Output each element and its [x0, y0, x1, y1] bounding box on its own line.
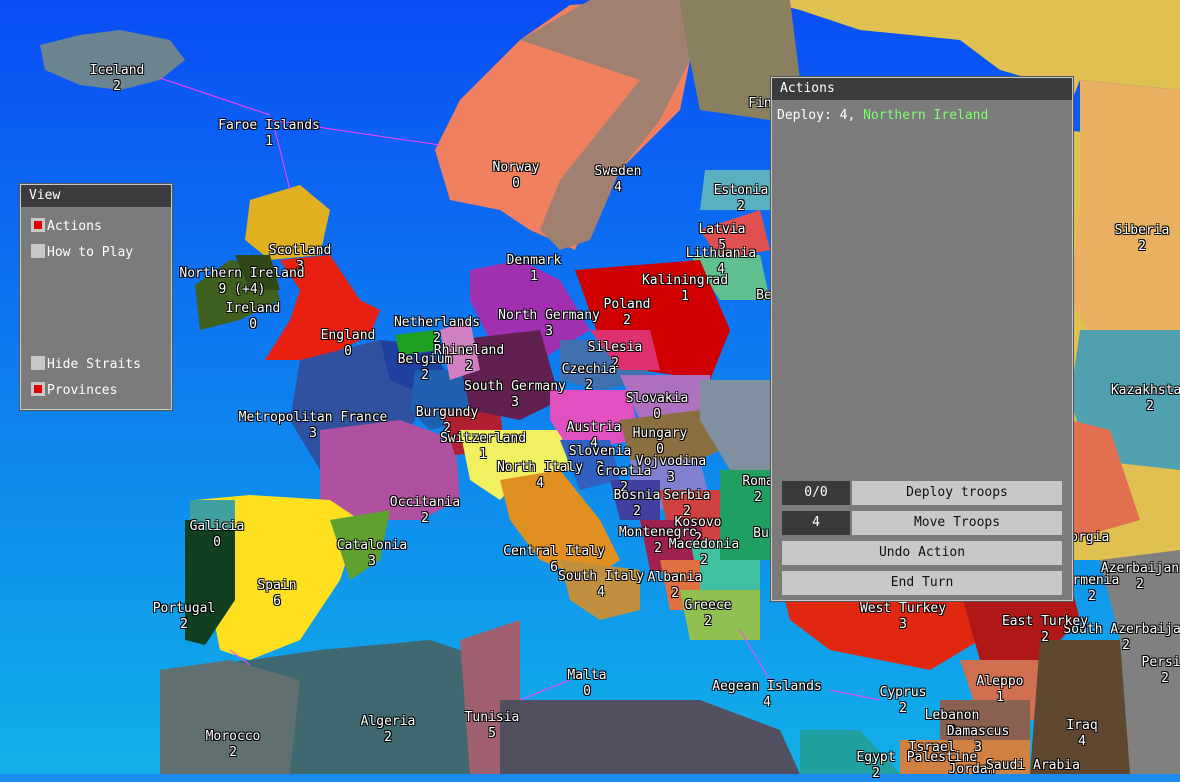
actions-window: Actions Deploy: 4, Northern Ireland 0/0 …: [771, 77, 1073, 601]
province-label[interactable]: Aegean Islands 4: [712, 679, 822, 711]
province-label[interactable]: Saudi Arabia: [986, 758, 1080, 774]
province-label[interactable]: Kaliningrad 1: [642, 273, 728, 305]
end-turn-button[interactable]: End Turn: [782, 571, 1062, 595]
deploy-count: 0/0: [782, 481, 850, 505]
undo-row: Undo Action: [782, 541, 1062, 565]
province-label[interactable]: Roma 2: [742, 474, 773, 506]
province-label[interactable]: Metropolitan France 3: [239, 410, 388, 442]
province-label[interactable]: Malta 0: [567, 668, 606, 700]
province-label[interactable]: Slovakia 0: [626, 391, 689, 423]
view-option-hide-straits[interactable]: Hide Straits: [31, 356, 141, 374]
province-label[interactable]: Estonia 2: [714, 183, 769, 215]
province-label[interactable]: Tunisia 5: [465, 710, 520, 742]
end-turn-row: End Turn: [782, 571, 1062, 595]
province-label[interactable]: Faroe Islands 1: [218, 118, 320, 150]
siberia-province: [1070, 80, 1180, 350]
province-label[interactable]: Cyprus 2: [880, 685, 927, 717]
province-label[interactable]: Iceland 2: [90, 63, 145, 95]
deploy-troops-button[interactable]: Deploy troops: [852, 481, 1062, 505]
checkbox-icon[interactable]: [31, 356, 45, 370]
province-label[interactable]: Be: [756, 288, 772, 304]
action-log-entry: Deploy: 4, Northern Ireland: [777, 108, 989, 123]
province-label[interactable]: Macedonia 2: [669, 537, 739, 569]
province-label[interactable]: North Germany 3: [498, 308, 600, 340]
province-label[interactable]: Egypt 2: [856, 750, 895, 782]
move-row: 4 Move Troops: [782, 511, 1062, 535]
view-window: View Actions How to Play Hide Straits Pr…: [20, 184, 172, 410]
province-label[interactable]: Denmark 1: [507, 253, 562, 285]
province-label[interactable]: Catalonia 3: [337, 538, 407, 570]
province-label[interactable]: Bu: [753, 526, 769, 542]
province-label[interactable]: Siberia 2: [1115, 223, 1170, 255]
province-label[interactable]: Occitania 2: [390, 495, 460, 527]
view-option-how-to-play[interactable]: How to Play: [31, 244, 133, 262]
province-label[interactable]: Kazakhstan2: [1111, 383, 1180, 415]
province-label[interactable]: Norway 0: [493, 160, 540, 192]
province-label[interactable]: Greece 2: [685, 598, 732, 630]
province-label[interactable]: Iraq 4: [1066, 718, 1097, 750]
view-window-title: View: [21, 185, 171, 207]
checkbox-icon[interactable]: [31, 382, 45, 396]
deploy-row: 0/0 Deploy troops: [782, 481, 1062, 505]
province-label[interactable]: Poland 2: [604, 297, 651, 329]
province-label[interactable]: Belgium 2: [398, 352, 453, 384]
province-label[interactable]: Czechia 2: [562, 362, 617, 394]
option-label: Actions: [47, 219, 102, 234]
province-label[interactable]: Galicia 0: [190, 519, 245, 551]
view-option-actions[interactable]: Actions: [31, 218, 102, 236]
undo-action-button[interactable]: Undo Action: [782, 541, 1062, 565]
province-label[interactable]: Persia2: [1142, 655, 1180, 687]
log-province-name: Northern Ireland: [863, 108, 989, 123]
view-option-provinces[interactable]: Provinces: [31, 382, 117, 400]
province-label[interactable]: Algeria 2: [361, 714, 416, 746]
province-label[interactable]: West Turkey 3: [860, 601, 946, 633]
option-label: Provinces: [47, 383, 118, 398]
actions-window-title: Actions: [772, 78, 1072, 100]
move-count[interactable]: 4: [782, 511, 850, 535]
province-label[interactable]: Ireland 0: [226, 301, 281, 333]
province-label[interactable]: Vojvodina 3: [636, 454, 706, 486]
option-label: How to Play: [47, 245, 134, 260]
province-label[interactable]: South Germany 3: [464, 379, 566, 411]
province-label[interactable]: North Italy 4: [497, 460, 583, 492]
province-label[interactable]: Bosnia 2: [614, 488, 661, 520]
province-label[interactable]: East Turkey 2: [1002, 614, 1088, 646]
option-label: Hide Straits: [47, 357, 141, 372]
province-label[interactable]: South Italy 4: [558, 569, 644, 601]
province-label[interactable]: Morocco 2: [206, 729, 261, 761]
move-troops-button[interactable]: Move Troops: [852, 511, 1062, 535]
province-label[interactable]: Aleppo 1: [977, 674, 1024, 706]
province-label[interactable]: Spain 6: [257, 578, 296, 610]
checkbox-icon[interactable]: [31, 218, 45, 232]
province-label[interactable]: Northern Ireland 9 (+4): [179, 266, 304, 298]
province-label[interactable]: Fin: [748, 96, 771, 112]
province-label[interactable]: Sweden 4: [595, 164, 642, 196]
checkbox-icon[interactable]: [31, 244, 45, 258]
province-label[interactable]: Switzerland 1: [440, 431, 526, 463]
province-label[interactable]: England 0: [321, 328, 376, 360]
province-label[interactable]: Portugal 2: [153, 601, 216, 633]
